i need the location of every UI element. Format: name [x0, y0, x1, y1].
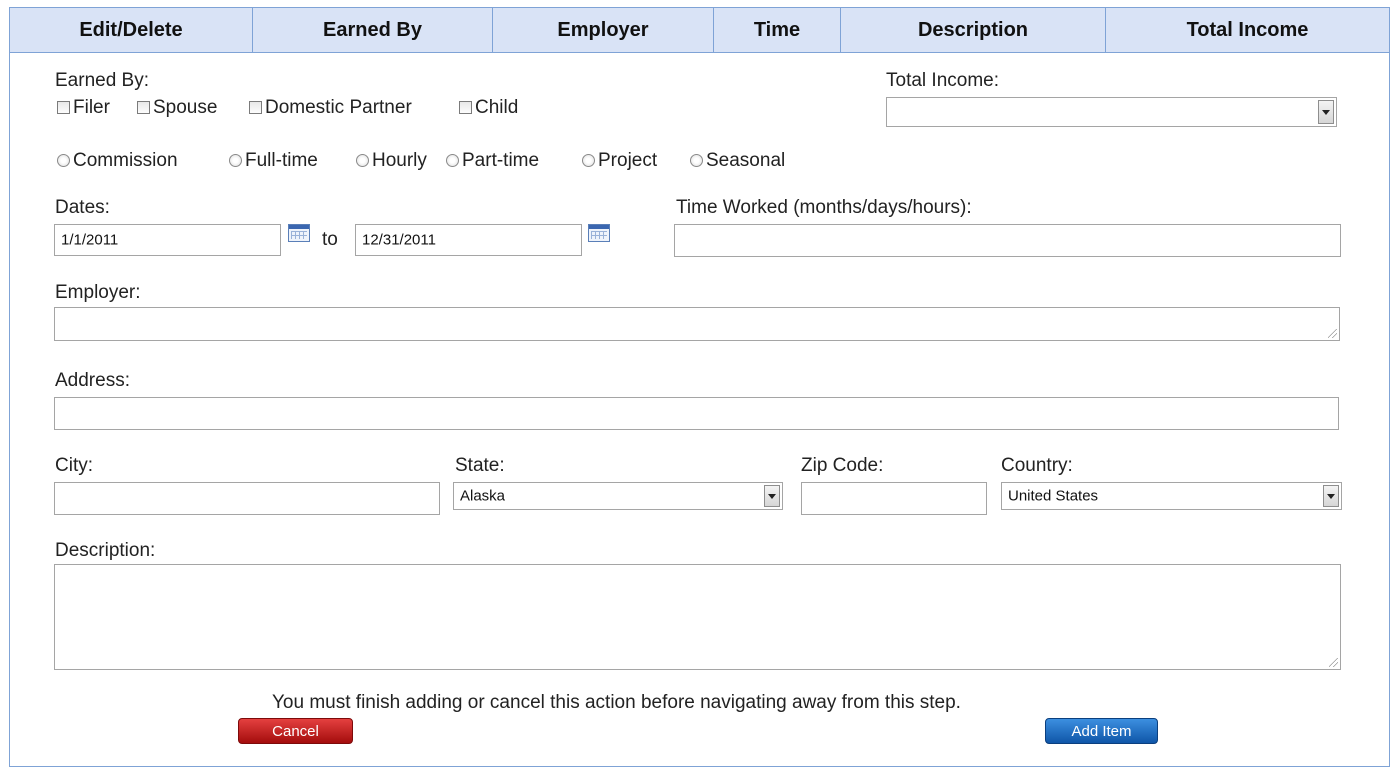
seasonal-radio[interactable]: [690, 154, 703, 167]
date-from-value: 1/1/2011: [61, 231, 119, 249]
child-checkbox[interactable]: [459, 101, 472, 114]
time-worked-input[interactable]: [674, 224, 1341, 257]
chevron-down-icon[interactable]: [764, 485, 780, 507]
date-to-label: to: [322, 229, 338, 250]
employer-label: Employer:: [55, 282, 141, 303]
header-employer[interactable]: Employer: [493, 8, 714, 52]
header-total-income[interactable]: Total Income: [1106, 8, 1389, 52]
full-time-radio[interactable]: [229, 154, 242, 167]
filer-label: Filer: [73, 97, 110, 118]
filer-checkbox[interactable]: [57, 101, 70, 114]
date-from-input[interactable]: 1/1/2011: [54, 224, 281, 256]
country-label: Country:: [1001, 455, 1073, 476]
resize-grip-icon[interactable]: [1329, 658, 1338, 667]
cancel-button[interactable]: Cancel: [238, 718, 353, 744]
table-header: Edit/Delete Earned By Employer Time Desc…: [9, 7, 1390, 53]
resize-grip-icon[interactable]: [1328, 329, 1337, 338]
time-worked-label: Time Worked (months/days/hours):: [676, 197, 972, 218]
chevron-down-icon[interactable]: [1323, 485, 1339, 507]
calendar-icon[interactable]: [588, 224, 610, 242]
country-select[interactable]: United States: [1001, 482, 1342, 510]
total-income-label: Total Income:: [886, 70, 999, 91]
spouse-checkbox[interactable]: [137, 101, 150, 114]
address-input[interactable]: [54, 397, 1339, 430]
child-label: Child: [475, 97, 519, 118]
total-income-select[interactable]: [886, 97, 1337, 127]
full-time-label: Full-time: [245, 150, 318, 171]
header-earned-by[interactable]: Earned By: [253, 8, 493, 52]
header-description[interactable]: Description: [841, 8, 1106, 52]
header-edit-delete[interactable]: Edit/Delete: [10, 8, 253, 52]
domestic-partner-label: Domestic Partner: [265, 97, 412, 118]
state-select[interactable]: Alaska: [453, 482, 783, 510]
state-label: State:: [455, 455, 505, 476]
chevron-down-icon[interactable]: [1318, 100, 1334, 124]
earned-by-label: Earned By:: [55, 70, 149, 91]
zip-code-label: Zip Code:: [801, 455, 884, 476]
commission-radio[interactable]: [57, 154, 70, 167]
header-time[interactable]: Time: [714, 8, 841, 52]
description-label: Description:: [55, 540, 156, 561]
part-time-label: Part-time: [462, 150, 540, 171]
country-value: United States: [1008, 487, 1099, 505]
zip-code-input[interactable]: [801, 482, 987, 515]
spouse-label: Spouse: [153, 97, 218, 118]
dates-label: Dates:: [55, 197, 110, 218]
state-value: Alaska: [460, 487, 506, 505]
date-to-input[interactable]: 12/31/2011: [355, 224, 582, 256]
city-label: City:: [55, 455, 93, 476]
navigation-warning: You must finish adding or cancel this ac…: [272, 692, 961, 713]
employer-textarea[interactable]: [54, 307, 1340, 341]
date-to-value: 12/31/2011: [362, 231, 436, 249]
hourly-label: Hourly: [372, 150, 427, 171]
project-radio[interactable]: [582, 154, 595, 167]
part-time-radio[interactable]: [446, 154, 459, 167]
project-label: Project: [598, 150, 658, 171]
hourly-radio[interactable]: [356, 154, 369, 167]
domestic-partner-checkbox[interactable]: [249, 101, 262, 114]
city-input[interactable]: [54, 482, 440, 515]
address-label: Address:: [55, 370, 130, 391]
description-textarea[interactable]: [54, 564, 1341, 670]
commission-label: Commission: [73, 150, 178, 171]
add-item-button[interactable]: Add Item: [1045, 718, 1158, 744]
calendar-icon[interactable]: [288, 224, 310, 242]
seasonal-label: Seasonal: [706, 150, 786, 171]
